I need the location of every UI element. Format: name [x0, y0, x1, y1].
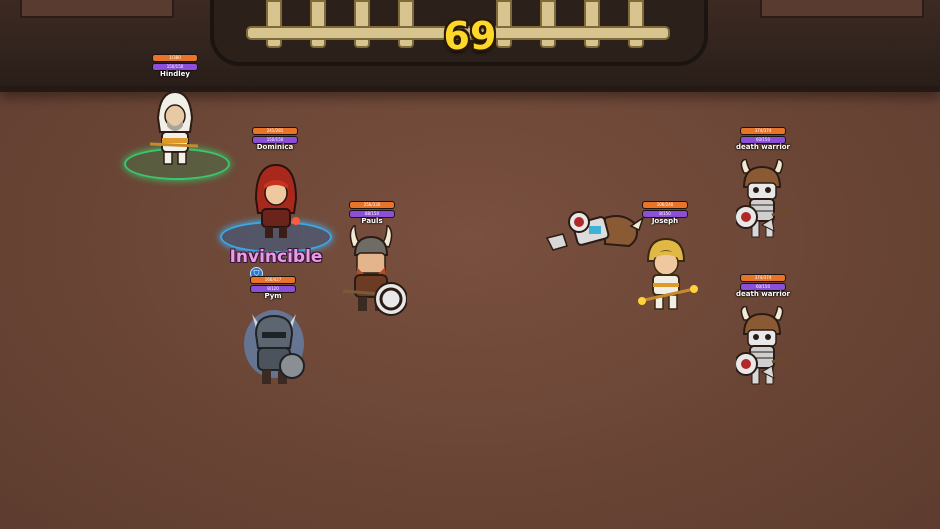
unit-name: Pauls — [361, 217, 383, 225]
hp-bar: 166/427 — [250, 276, 296, 284]
unit-name: Hindley — [160, 70, 190, 78]
hp-bar: 374/374 — [740, 274, 786, 282]
skeleton-warrior-sprite — [736, 306, 791, 385]
hp-bar: 1/380 — [152, 54, 198, 62]
unit-pauls[interactable]: 256/330 88/150 Pauls — [327, 201, 417, 321]
hp-bar: 241/281 — [252, 127, 298, 135]
red-hooded-mage-sprite — [254, 163, 300, 238]
blonde-cleric-sprite — [638, 237, 698, 310]
battle-arena: 69 1/380 150/150 Hindley 241/281 150/150… — [0, 0, 940, 529]
hp-bar: 256/330 — [349, 201, 395, 209]
unit-name: Dominica — [256, 143, 294, 151]
unit-pym[interactable]: ⛉ 166/427 8/120 Pym — [228, 267, 318, 390]
invincible-status-text: Invincible — [229, 247, 323, 267]
unit-dominica[interactable]: 241/281 150/150 Dominica — [220, 127, 332, 253]
viking-warrior-sprite — [343, 225, 407, 316]
armored-knight-sprite — [244, 310, 305, 384]
skeleton-warrior-sprite — [736, 159, 791, 238]
hp-bar: 106/240 — [642, 201, 688, 209]
fallen-death-warrior-sprite — [545, 211, 645, 251]
unit-name: Pym — [264, 292, 282, 300]
unit-name: death warrior — [735, 143, 790, 151]
hp-bar: 374/374 — [740, 127, 786, 135]
unit-death-warrior-2[interactable]: 374/374 60/150 death warrior — [718, 274, 808, 394]
unit-hindley[interactable]: 1/380 150/150 Hindley — [124, 54, 230, 180]
unit-death-warrior-1[interactable]: 374/374 60/150 death warrior — [718, 127, 808, 247]
hooded-monk-sprite — [150, 90, 199, 165]
unit-name: death warrior — [735, 290, 790, 298]
round-timer: 69 — [443, 14, 497, 58]
